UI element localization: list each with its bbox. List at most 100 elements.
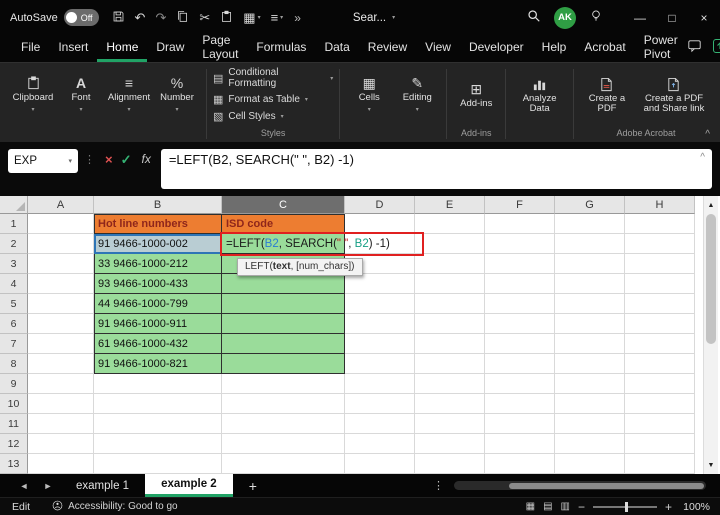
- cell-G2[interactable]: [555, 234, 625, 254]
- cell-C7[interactable]: [222, 334, 345, 354]
- cell-C12[interactable]: [222, 434, 345, 454]
- zoom-out-button[interactable]: −: [578, 500, 585, 514]
- cell-D12[interactable]: [345, 434, 415, 454]
- formulabar-collapse-icon[interactable]: ^: [700, 152, 705, 163]
- cell-A5[interactable]: [28, 294, 94, 314]
- column-header-F[interactable]: F: [485, 196, 555, 214]
- cell-E4[interactable]: [415, 274, 485, 294]
- autosave-switch[interactable]: Off: [64, 9, 99, 26]
- column-header-B[interactable]: B: [94, 196, 222, 214]
- cell-C13[interactable]: [222, 454, 345, 474]
- cell-C9[interactable]: [222, 374, 345, 394]
- cell-D5[interactable]: [345, 294, 415, 314]
- cell-F13[interactable]: [485, 454, 555, 474]
- cell-F8[interactable]: [485, 354, 555, 374]
- copy-button[interactable]: [171, 0, 194, 35]
- cell-G4[interactable]: [555, 274, 625, 294]
- menu-tab-insert[interactable]: Insert: [49, 35, 97, 62]
- sheet-tab-example-2[interactable]: example 2: [145, 474, 233, 497]
- cell-D6[interactable]: [345, 314, 415, 334]
- cell-A8[interactable]: [28, 354, 94, 374]
- scroll-down-icon[interactable]: ▼: [704, 458, 718, 472]
- cell-B8[interactable]: 91 9466-1000-821: [94, 354, 222, 374]
- menu-tab-developer[interactable]: Developer: [460, 35, 533, 62]
- menu-tab-view[interactable]: View: [416, 35, 460, 62]
- row-header-1[interactable]: 1: [0, 214, 28, 234]
- cell-A10[interactable]: [28, 394, 94, 414]
- cell-E8[interactable]: [415, 354, 485, 374]
- c2-formula-text[interactable]: =LEFT(B2, SEARCH(" ", B2) -1): [222, 234, 390, 254]
- new-sheet-button[interactable]: +: [249, 474, 257, 497]
- enter-button[interactable]: ✓: [117, 152, 136, 168]
- tabbar-overflow-icon[interactable]: ⋮: [433, 474, 444, 497]
- cell-B12[interactable]: [94, 434, 222, 454]
- insert-function-button[interactable]: fx: [136, 152, 157, 166]
- avatar[interactable]: AK: [554, 7, 576, 29]
- zoom-in-button[interactable]: +: [665, 500, 672, 514]
- column-header-H[interactable]: H: [625, 196, 695, 214]
- lightbulb-icon[interactable]: [589, 9, 603, 26]
- cell-C5[interactable]: [222, 294, 345, 314]
- column-header-G[interactable]: G: [555, 196, 625, 214]
- row-header-12[interactable]: 12: [0, 434, 28, 454]
- vscroll-thumb[interactable]: [706, 214, 716, 344]
- font-group-button[interactable]: A Font ▾: [58, 65, 104, 125]
- cell-C10[interactable]: [222, 394, 345, 414]
- cell-H9[interactable]: [625, 374, 695, 394]
- cell-H5[interactable]: [625, 294, 695, 314]
- column-header-A[interactable]: A: [28, 196, 94, 214]
- cell-G10[interactable]: [555, 394, 625, 414]
- cell-G9[interactable]: [555, 374, 625, 394]
- menu-tab-help[interactable]: Help: [533, 35, 576, 62]
- row-header-2[interactable]: 2: [0, 234, 28, 254]
- cell-E10[interactable]: [415, 394, 485, 414]
- cell-C8[interactable]: [222, 354, 345, 374]
- menu-tab-home[interactable]: Home: [97, 35, 147, 62]
- cell-A7[interactable]: [28, 334, 94, 354]
- cell-H12[interactable]: [625, 434, 695, 454]
- cell-D1[interactable]: [345, 214, 415, 234]
- create-pdf-button[interactable]: Create a PDF: [580, 65, 634, 125]
- cell-F1[interactable]: [485, 214, 555, 234]
- cell-B6[interactable]: 91 9466-1000-911: [94, 314, 222, 334]
- cell-G12[interactable]: [555, 434, 625, 454]
- cell-G1[interactable]: [555, 214, 625, 234]
- cell-G11[interactable]: [555, 414, 625, 434]
- cell-H4[interactable]: [625, 274, 695, 294]
- row-header-9[interactable]: 9: [0, 374, 28, 394]
- cell-E7[interactable]: [415, 334, 485, 354]
- collapse-ribbon-icon[interactable]: ^: [705, 129, 710, 140]
- format-as-table-button[interactable]: ▦ Format as Table ▾: [213, 93, 333, 106]
- menu-tab-power-pivot[interactable]: Power Pivot: [635, 35, 687, 62]
- minimize-button[interactable]: —: [624, 0, 656, 35]
- cell-B10[interactable]: [94, 394, 222, 414]
- row-header-10[interactable]: 10: [0, 394, 28, 414]
- cell-E9[interactable]: [415, 374, 485, 394]
- cell-B1[interactable]: Hot line numbers: [94, 214, 222, 234]
- cell-A2[interactable]: [28, 234, 94, 254]
- editing-group-button[interactable]: ✎ Editing ▾: [394, 65, 440, 125]
- scroll-up-icon[interactable]: ▲: [704, 198, 718, 212]
- cell-F7[interactable]: [485, 334, 555, 354]
- cell-A9[interactable]: [28, 374, 94, 394]
- menu-tab-review[interactable]: Review: [359, 35, 416, 62]
- cell-A1[interactable]: [28, 214, 94, 234]
- accessibility-status[interactable]: Accessibility: Good to go: [52, 500, 178, 514]
- cell-styles-button[interactable]: ▧ Cell Styles ▾: [213, 110, 333, 123]
- cell-A13[interactable]: [28, 454, 94, 474]
- row-header-8[interactable]: 8: [0, 354, 28, 374]
- clipboard-group-button[interactable]: Clipboard ▾: [10, 65, 56, 125]
- column-header-D[interactable]: D: [345, 196, 415, 214]
- cell-C6[interactable]: [222, 314, 345, 334]
- zoom-level[interactable]: 100%: [680, 501, 710, 513]
- number-group-button[interactable]: % Number ▾: [154, 65, 200, 125]
- column-header-E[interactable]: E: [415, 196, 485, 214]
- cell-F12[interactable]: [485, 434, 555, 454]
- cell-G13[interactable]: [555, 454, 625, 474]
- cell-H3[interactable]: [625, 254, 695, 274]
- cell-C4[interactable]: [222, 274, 345, 294]
- cell-D11[interactable]: [345, 414, 415, 434]
- addins-button[interactable]: ⊞ Add-ins: [453, 65, 499, 125]
- zoom-slider-thumb[interactable]: [625, 502, 628, 512]
- cell-B5[interactable]: 44 9466-1000-799: [94, 294, 222, 314]
